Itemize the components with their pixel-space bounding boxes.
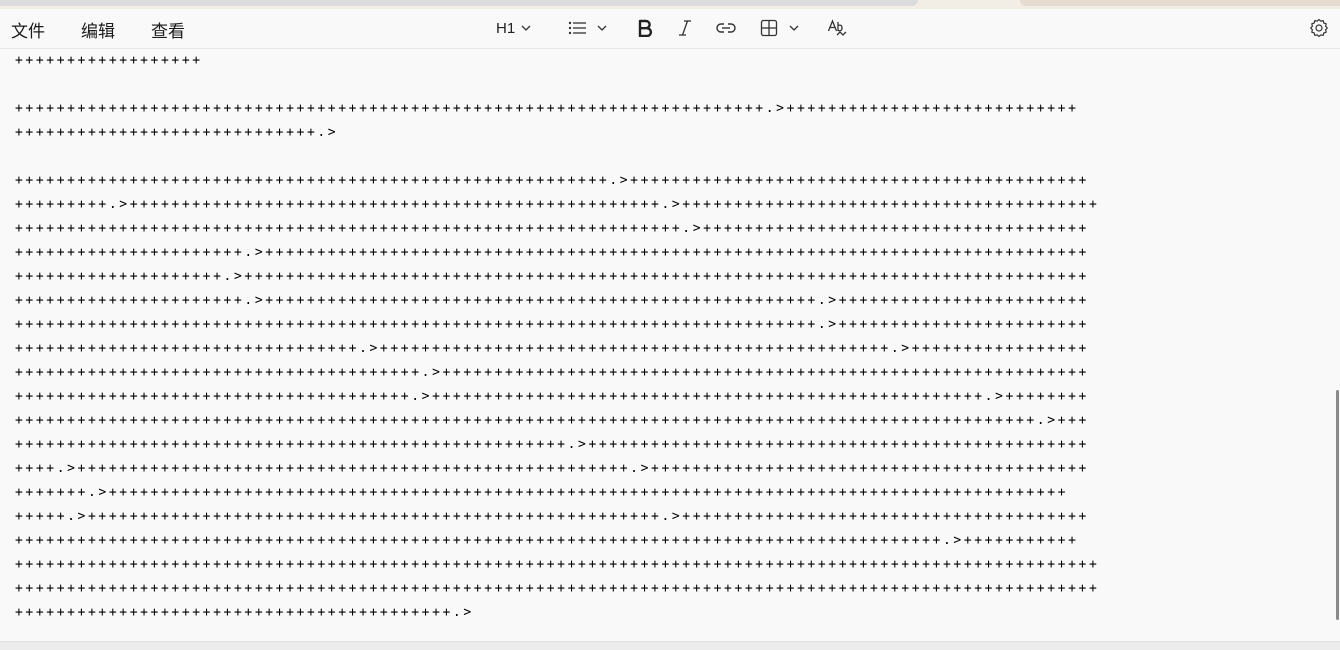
menu-file[interactable]: 文件: [11, 17, 45, 42]
vertical-scrollbar[interactable]: [1336, 390, 1339, 620]
bold-icon: [637, 19, 653, 37]
text-line: ++++++++++++++++++++++++++++++++++++++++…: [15, 437, 1089, 452]
text-line: ++++++++++++++++++: [15, 53, 203, 68]
link-button[interactable]: [715, 15, 737, 41]
list-icon: [568, 20, 588, 36]
clear-format-icon: [827, 19, 847, 37]
italic-icon: [677, 19, 693, 37]
italic-button[interactable]: [677, 15, 693, 41]
toolbar: 文件 编辑 查看 H1: [0, 9, 1340, 49]
bold-button[interactable]: [637, 15, 653, 41]
table-icon: [760, 19, 778, 37]
text-line: ++++++++++++++++++++++++++++++++++++++++…: [15, 605, 474, 620]
text-line: +++++++++.>+++++++++++++++++++++++++++++…: [15, 197, 1100, 212]
text-line: ++++++++++++++++++++++.>++++++++++++++++…: [15, 245, 1089, 260]
window-tab-strip: [0, 0, 1340, 9]
settings-button[interactable]: [1309, 15, 1329, 41]
text-line: ++++++++++++++++++++++++++++++++++++++++…: [15, 101, 1079, 116]
chevron-down-icon: [596, 22, 608, 34]
clear-format-button[interactable]: [827, 15, 847, 41]
gear-icon: [1309, 18, 1329, 38]
text-line: ++++++++++++++++++++.>++++++++++++++++++…: [15, 269, 1089, 284]
text-line: ++++++++++++++++++++++++++++++++++++++++…: [15, 581, 1100, 596]
chevron-down-icon: [520, 22, 532, 34]
text-line: ++++++++++++++++++++++++++++++++++++++.>…: [15, 389, 1089, 404]
link-icon: [715, 21, 737, 35]
list-dropdown[interactable]: [568, 15, 608, 41]
text-line: ++++++++++++++++++++++.>++++++++++++++++…: [15, 293, 1089, 308]
menu-edit[interactable]: 编辑: [81, 17, 115, 42]
text-line: +++++++++++++++++++++++++++++++++.>+++++…: [15, 341, 1089, 356]
text-line: +++++++.>+++++++++++++++++++++++++++++++…: [15, 485, 1069, 500]
text-line: ++++.>++++++++++++++++++++++++++++++++++…: [15, 461, 1089, 476]
text-line: +++++++++++++++++++++++++++++.>: [15, 125, 339, 140]
text-line: ++++++++++++++++++++++++++++++++++++++++…: [15, 317, 1089, 332]
text-line: +++++.>+++++++++++++++++++++++++++++++++…: [15, 509, 1089, 524]
text-line: ++++++++++++++++++++++++++++++++++++++++…: [15, 173, 1089, 188]
heading-dropdown[interactable]: H1: [496, 15, 532, 41]
text-line: ++++++++++++++++++++++++++++++++++++++++…: [15, 557, 1100, 572]
text-line: ++++++++++++++++++++++++++++++++++++++++…: [15, 533, 1079, 548]
table-dropdown[interactable]: [760, 15, 800, 41]
active-tab[interactable]: [1020, 0, 1340, 6]
editor-content[interactable]: ++++++++++++++++++ +++++++++++++++++++++…: [0, 49, 1336, 641]
text-line: ++++++++++++++++++++++++++++++++++++++++…: [15, 221, 1089, 236]
inactive-tab[interactable]: [0, 0, 918, 6]
menu-view[interactable]: 查看: [151, 17, 185, 42]
text-line: +++++++++++++++++++++++++++++++++++++++.…: [15, 365, 1089, 380]
text-line: ++++++++++++++++++++++++++++++++++++++++…: [15, 413, 1089, 428]
chevron-down-icon: [788, 22, 800, 34]
heading-label: H1: [496, 19, 516, 37]
